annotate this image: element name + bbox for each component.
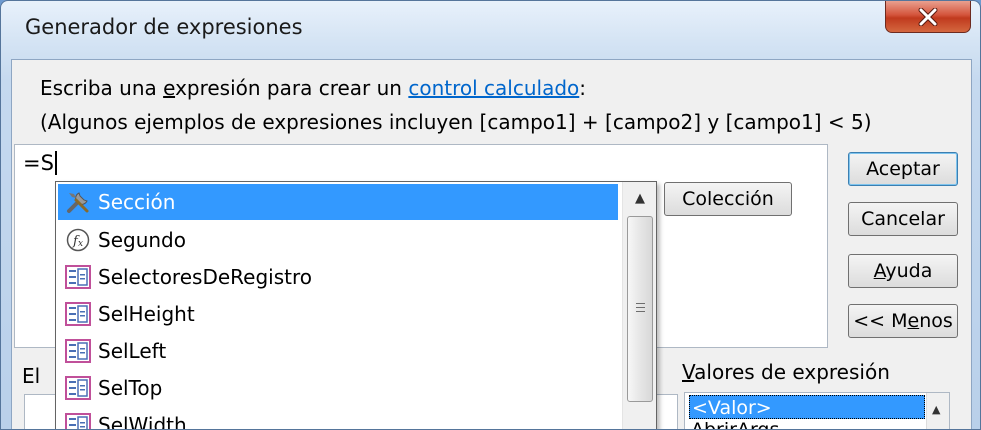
less-button-label: << Menos: [853, 310, 953, 332]
autocomplete-item-label: SelHeight: [98, 302, 195, 326]
values-accesskey: V: [682, 360, 695, 384]
help-label-rest: yuda: [885, 260, 933, 282]
grip-icon: [636, 303, 645, 315]
values-scrollbar[interactable]: ▲: [926, 393, 949, 429]
tools-icon: [64, 188, 92, 216]
instruction-line-1: Escriba una expresión para crear un cont…: [40, 76, 586, 100]
instruction-text: Escriba una: [40, 76, 164, 100]
text-caret: [54, 151, 57, 175]
dialog-window: Generador de expresiones Escriba una exp…: [0, 0, 981, 430]
expression-value: =S: [23, 151, 54, 175]
values-selected-item[interactable]: <Valor>: [689, 395, 925, 419]
scroll-up-icon[interactable]: ▲: [623, 182, 656, 214]
autocomplete-item-label: SelWidth: [98, 413, 187, 430]
help-button-label: Ayuda: [874, 260, 933, 282]
cancel-button-label: Cancelar: [861, 208, 945, 230]
autocomplete-item[interactable]: Sección: [58, 184, 618, 220]
help-accesskey: A: [873, 260, 886, 282]
autocomplete-item-label: SelLeft: [98, 339, 167, 363]
autocomplete-item-label: Segundo: [98, 228, 186, 252]
scroll-up-icon[interactable]: ▲: [932, 403, 940, 416]
title-bar[interactable]: Generador de expresiones: [1, 1, 980, 57]
svg-text:x: x: [78, 239, 83, 249]
instruction-line-2: (Algunos ejemplos de expresiones incluye…: [40, 110, 872, 134]
autocomplete-item-label: SelTop: [98, 376, 163, 400]
instruction-text-mid: xpresión para crear un: [175, 76, 409, 100]
autocomplete-item[interactable]: f x Segundo: [58, 222, 618, 258]
autocomplete-item[interactable]: SelTop: [58, 370, 618, 406]
instruction-colon: :: [579, 76, 587, 100]
autocomplete-item[interactable]: SelWidth: [58, 407, 618, 430]
less-button[interactable]: << Menos: [848, 304, 958, 338]
values-label-rest: alores de expresión: [694, 360, 890, 384]
values-list-item[interactable]: AbrirArgs: [691, 419, 779, 429]
ok-button-label: Aceptar: [866, 158, 940, 180]
values-label: Valores de expresión: [682, 360, 890, 384]
less-label-pre: << M: [853, 310, 908, 332]
ok-button[interactable]: Aceptar: [848, 152, 958, 186]
window-title: Generador de expresiones: [25, 15, 303, 39]
autocomplete-scrollbar[interactable]: ▲: [622, 182, 656, 429]
scrollbar-thumb[interactable]: [627, 216, 653, 402]
elements-label: El: [22, 364, 41, 388]
autocomplete-item[interactable]: SelectoresDeRegistro: [58, 259, 618, 295]
close-icon: [918, 7, 938, 26]
expression-text: =S: [23, 151, 57, 175]
less-label-post: nos: [919, 310, 953, 332]
close-button[interactable]: [885, 1, 971, 33]
autocomplete-item-label: SelectoresDeRegistro: [98, 265, 312, 289]
autocomplete-item-label: Sección: [98, 190, 176, 214]
less-accesskey: e: [907, 310, 920, 332]
calculated-control-link[interactable]: control calculado: [408, 76, 579, 100]
instruction-accesskey: e: [163, 76, 176, 100]
function-icon: f x: [64, 226, 92, 254]
collection-button-label: Colección: [682, 188, 774, 210]
property-icon: [64, 300, 92, 328]
expression-values-list[interactable]: <Valor> AbrirArgs ▲: [684, 392, 950, 429]
property-icon: [64, 263, 92, 291]
autocomplete-item[interactable]: SelHeight: [58, 296, 618, 332]
autocomplete-dropdown[interactable]: Sección f x Segundo SelectoresDeRegistro…: [55, 181, 657, 430]
collection-button[interactable]: Colección: [664, 182, 792, 216]
property-icon: [64, 374, 92, 402]
property-icon: [64, 337, 92, 365]
help-button[interactable]: Ayuda: [848, 254, 958, 288]
cancel-button[interactable]: Cancelar: [848, 202, 958, 236]
property-icon: [64, 411, 92, 429]
autocomplete-item[interactable]: SelLeft: [58, 333, 618, 369]
